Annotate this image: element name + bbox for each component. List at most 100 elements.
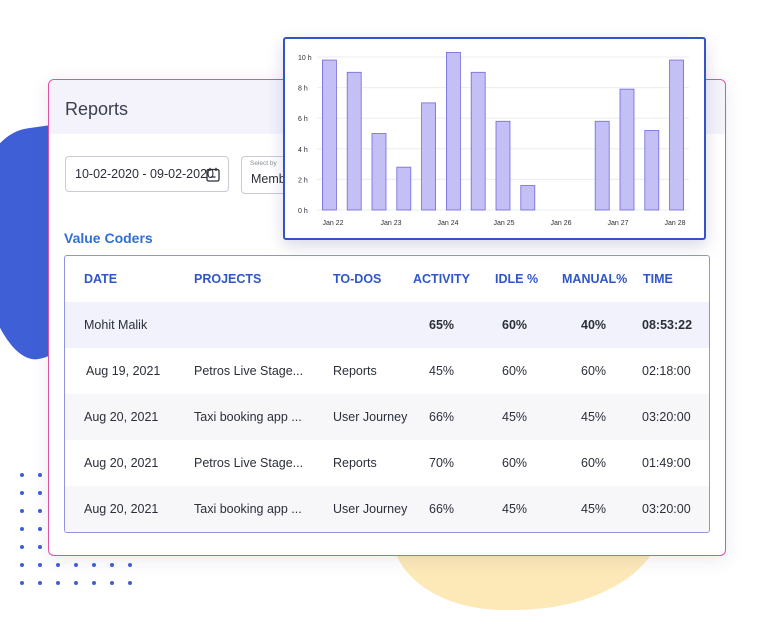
table-row[interactable]: Aug 19, 2021 Petros Live Stage... Report… [65,348,709,394]
row-todo: User Journey [333,502,408,516]
column-header-manual[interactable]: MANUAL% [562,256,627,302]
row-todo: Reports [333,364,377,378]
row-manual: 60% [581,456,607,470]
decorative-dot [74,563,78,567]
decorative-dot [128,581,132,585]
date-range-value: 10-02-2020 - 09-02-2020 [75,167,214,181]
decorative-dot [20,563,24,567]
decorative-dot [56,581,60,585]
chart-bar [322,59,337,211]
y-tick-label: 10 h [298,55,312,62]
table-header-row: DATE PROJECTS TO-DOS ACTIVITY IDLE % MAN… [65,256,709,302]
row-idle: 60% [502,364,528,378]
row-activity: 66% [429,502,455,516]
decorative-dot [92,581,96,585]
hours-bar-chart: 0 h 2 h 4 h 6 h 8 h 10 h Jan 22 Jan 23 Jan 24 Jan… [298,52,689,227]
row-idle: 45% [502,410,528,424]
row-todo: User Journey [333,410,408,424]
decorative-dot [20,509,24,513]
chart-bar [495,120,511,211]
x-tick-label: Jan 25 [493,220,514,227]
decorative-dot [38,545,42,549]
row-time: 03:20:00 [642,410,691,424]
row-time: 03:20:00 [642,502,691,516]
row-date: Aug 20, 2021 [84,410,159,424]
column-header-idle[interactable]: IDLE % [495,256,538,302]
chart-bar [346,71,362,211]
row-activity: 70% [429,456,455,470]
chart-bar [644,130,660,211]
column-header-time[interactable]: TIME [643,256,673,302]
report-table: DATE PROJECTS TO-DOS ACTIVITY IDLE % MAN… [64,255,710,533]
row-manual: 60% [581,364,607,378]
decorative-dot [128,563,132,567]
decorative-dot [38,581,42,585]
decorative-dot [38,527,42,531]
y-tick-label: 0 h [298,208,308,215]
decorative-dot [110,563,114,567]
chart-bar [371,133,387,211]
select-by-value: Memb [251,172,286,186]
x-tick-label: Jan 28 [664,220,685,227]
chart-bar [669,59,685,211]
decorative-dot [20,491,24,495]
chart-bar [619,88,635,211]
decorative-dot [38,563,42,567]
chart-bar [594,120,610,211]
hours-chart-popup: 0 h 2 h 4 h 6 h 8 h 10 h Jan 22 Jan 23 Jan 24 Jan… [283,37,706,240]
row-date: Aug 19, 2021 [86,364,161,378]
y-tick-label: 8 h [298,86,308,93]
column-header-todos[interactable]: TO-DOS [333,256,381,302]
row-project: Petros Live Stage... [194,364,304,378]
row-project: Taxi booking app ... [194,502,302,516]
decorative-dot [20,545,24,549]
row-project: Petros Live Stage... [194,456,304,470]
decorative-dot [56,563,60,567]
decorative-dot [20,527,24,531]
row-todo: Reports [333,456,377,470]
table-row[interactable]: Aug 20, 2021 Taxi booking app ... User J… [65,486,709,532]
column-header-date[interactable]: DATE [84,256,117,302]
row-manual: 45% [581,502,607,516]
row-idle: 60% [502,456,528,470]
row-activity: 45% [429,364,455,378]
column-header-activity[interactable]: ACTIVITY [413,256,470,302]
x-tick-label: Jan 23 [380,220,401,227]
decorative-dot [38,491,42,495]
row-time: 01:49:00 [642,456,691,470]
organization-name: Value Coders [64,230,153,246]
page-title: Reports [65,99,129,119]
table-row[interactable]: Aug 20, 2021 Taxi booking app ... User J… [65,394,709,440]
chart-bar [470,71,486,211]
table-row[interactable]: Aug 20, 2021 Petros Live Stage... Report… [65,440,709,486]
calendar-icon[interactable] [206,167,220,182]
column-header-projects[interactable]: PROJECTS [194,256,261,302]
decorative-dot [38,509,42,513]
row-idle: 45% [502,502,528,516]
decorative-dot [92,563,96,567]
y-tick-label: 4 h [298,147,308,154]
row-time: 02:18:00 [642,364,691,378]
date-range-picker[interactable]: 10-02-2020 - 09-02-2020 [65,156,229,192]
x-tick-label: Jan 24 [437,220,458,227]
chart-bar [445,52,461,211]
y-tick-label: 2 h [298,177,308,184]
decorative-dot [20,473,24,477]
decorative-dot [74,581,78,585]
decorative-dot [38,473,42,477]
select-by-label: Select by [250,160,277,167]
decorative-dot [20,581,24,585]
row-manual: 45% [581,410,607,424]
member-name: Mohit Malik [84,318,148,332]
row-project: Taxi booking app ... [194,410,302,424]
chart-bar [520,185,536,211]
x-tick-label: Jan 22 [322,220,343,227]
x-tick-label: Jan 27 [607,220,628,227]
chart-bar [421,102,437,211]
summary-manual: 40% [581,318,607,332]
summary-time: 08:53:22 [642,318,693,332]
chart-bar [396,166,412,211]
summary-idle: 60% [502,318,528,332]
row-activity: 66% [429,410,455,424]
summary-row[interactable]: Mohit Malik 65% 60% 40% 08:53:22 [65,302,709,348]
